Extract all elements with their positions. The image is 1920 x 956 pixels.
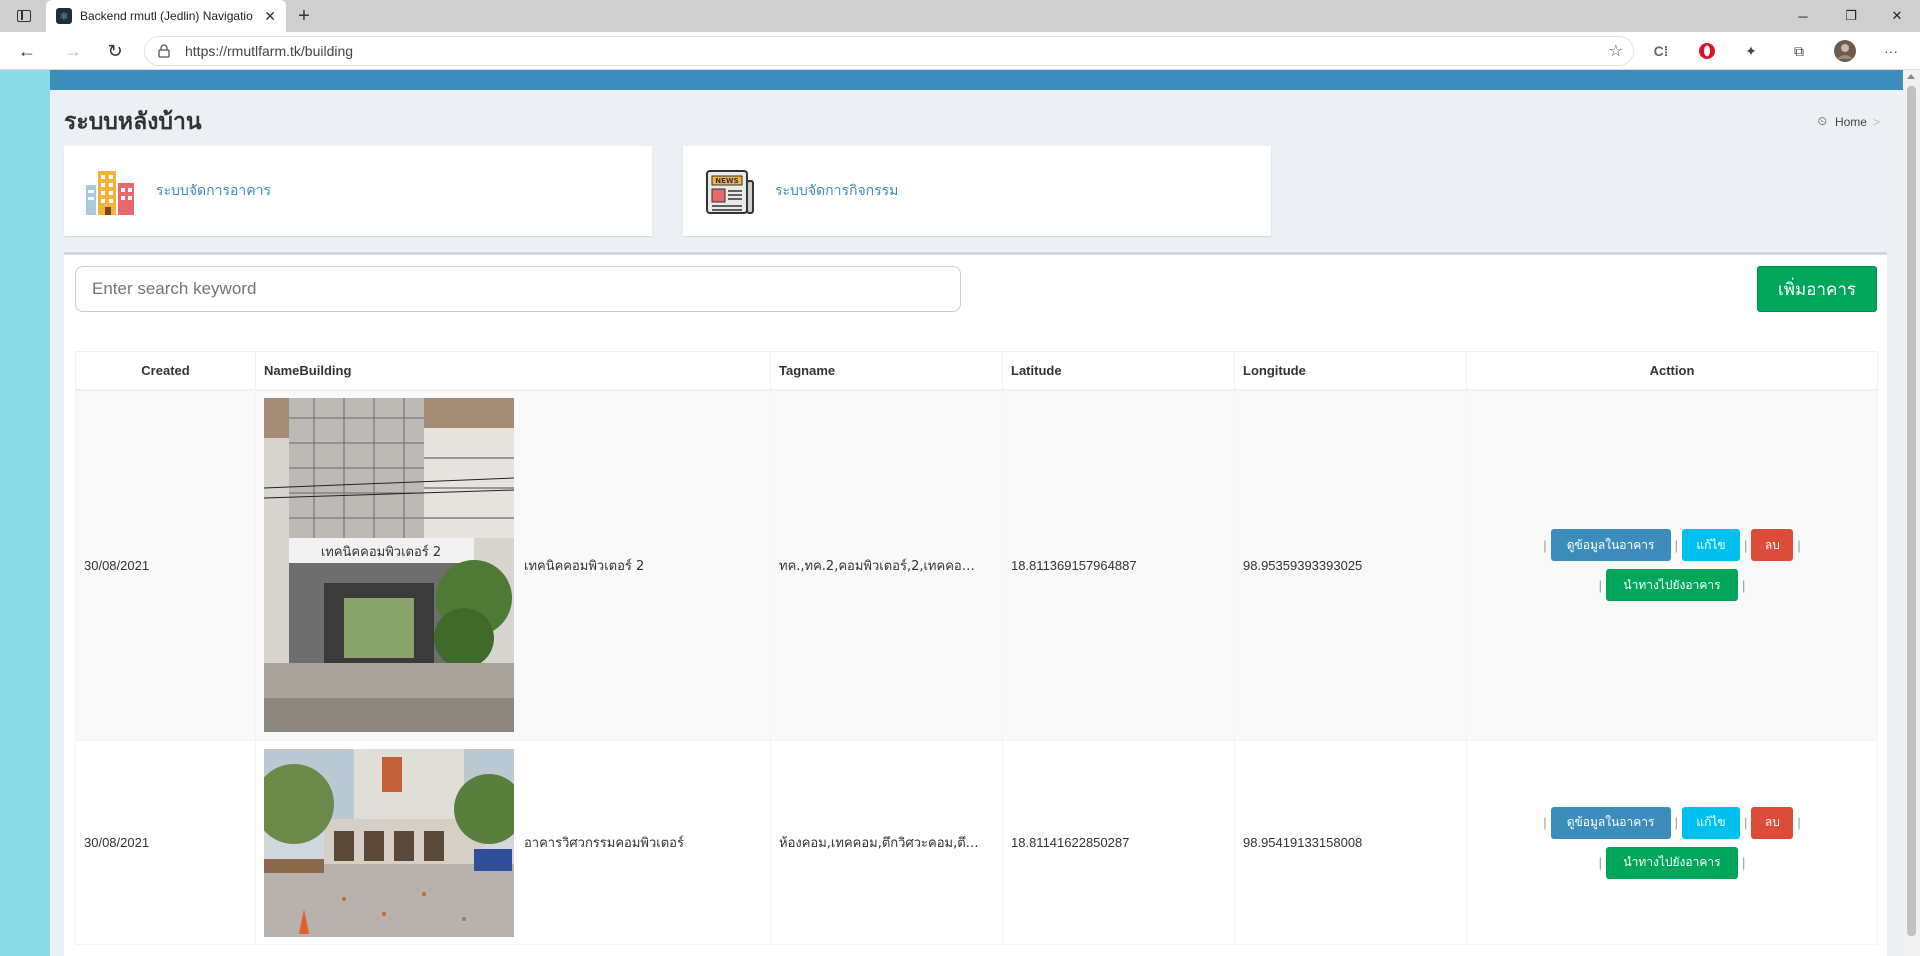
pipe-separator: | [1797, 537, 1801, 553]
delete-building-button[interactable]: ลบ [1751, 806, 1794, 839]
building-management-card[interactable]: ระบบจัดการอาคาร [64, 146, 652, 236]
table-row: 30/08/2021 [75, 740, 1878, 945]
pipe-separator: | [1674, 815, 1678, 830]
edit-building-button[interactable]: แก้ไข [1682, 529, 1740, 562]
edit-building-button[interactable]: แก้ไข [1682, 806, 1740, 839]
breadcrumb: ⏲ Home > [1818, 114, 1880, 129]
add-favorite-icon[interactable]: ☆ [1609, 41, 1623, 61]
svg-text:เทคนิคคอมพิวเตอร์ 2: เทคนิคคอมพิวเตอร์ 2 [321, 544, 441, 560]
pipe-separator: | [1744, 815, 1748, 830]
pipe-separator: | [1598, 577, 1602, 593]
tab-actions-icon[interactable] [12, 6, 36, 26]
view-building-button[interactable]: ดูข้อมูลในอาคาร [1550, 529, 1671, 562]
created-cell: 30/08/2021 [75, 389, 256, 741]
pipe-separator: | [1598, 855, 1602, 870]
add-building-button[interactable]: เพิ่มอาคาร [1757, 266, 1877, 312]
browser-toolbar: ← → ↻ https://rmutlfarm.tk/building ☆ C⁞… [0, 32, 1920, 70]
react-favicon-icon: ⚛ [56, 8, 72, 24]
profile-avatar[interactable] [1834, 40, 1856, 62]
minimize-icon[interactable]: ─ [1780, 0, 1826, 32]
pipe-separator: | [1543, 815, 1547, 830]
tag-cell: ห้องคอม,เทคคอม,ตึกวิศวะคอม,ตึกวิ... [770, 740, 1003, 945]
pipe-separator: | [1742, 577, 1746, 593]
col-created[interactable]: Created [75, 351, 256, 391]
col-action: Acttion [1466, 351, 1878, 391]
tag-cell: ทค.,ทค.2,คอมพิวเตอร์,2,เทคคอม,ค... [770, 389, 1003, 741]
navigate-building-button[interactable]: นำทางไปยังอาคาร [1606, 846, 1738, 879]
sidebar [0, 70, 50, 956]
pipe-separator: | [1797, 815, 1801, 830]
breadcrumb-separator: > [1872, 114, 1880, 129]
created-cell: 30/08/2021 [75, 740, 256, 945]
tag-text: ทค.,ทค.2,คอมพิวเตอร์,2,เทคคอม,ค... [779, 558, 979, 574]
extensions-puzzle-icon[interactable]: ✦ [1740, 41, 1762, 61]
dashboard-icon: ⏲ [1817, 114, 1827, 128]
activity-management-link[interactable]: ระบบจัดการกิจกรรม [775, 180, 898, 202]
address-bar[interactable]: https://rmutlfarm.tk/building ☆ [144, 36, 1634, 66]
window-close-icon[interactable]: ✕ [1874, 0, 1920, 32]
building-table: Created NameBuilding Tagname Latitude Lo… [75, 351, 1878, 945]
building-name: อาคารวิศวกรรมคอมพิวเตอร์ [524, 836, 684, 851]
building-management-link[interactable]: ระบบจัดการอาคาร [156, 180, 271, 202]
browser-tab-active[interactable]: ⚛ Backend rmutl (Jedlin) Navigatio ✕ [46, 0, 286, 32]
action-cell: | ดูข้อมูลในอาคาร | แก้ไข | ลบ | | นำทาง… [1466, 740, 1878, 945]
longitude-cell: 98.95419133158008 [1234, 740, 1467, 945]
vertical-scrollbar[interactable] [1903, 70, 1920, 956]
url-text: https://rmutlfarm.tk/building [185, 43, 354, 59]
pipe-separator: | [1543, 537, 1547, 553]
pipe-separator: | [1744, 537, 1748, 553]
col-tag[interactable]: Tagname [770, 351, 1003, 391]
lock-icon [158, 44, 170, 58]
browser-tab-bar: ⚛ Backend rmutl (Jedlin) Navigatio ✕ + ─… [0, 0, 1920, 32]
col-latitude[interactable]: Latitude [1002, 351, 1235, 391]
building-photo: เทคนิคคอมพิวเตอร์ 2 [264, 398, 514, 733]
building-photo [264, 748, 514, 937]
delete-building-button[interactable]: ลบ [1751, 529, 1794, 562]
close-tab-icon[interactable]: ✕ [264, 8, 276, 25]
restore-icon[interactable]: ❐ [1828, 0, 1874, 32]
pipe-separator: | [1742, 855, 1746, 870]
breadcrumb-home[interactable]: Home [1835, 115, 1867, 129]
action-cell: | ดูข้อมูลในอาคาร | แก้ไข | ลบ | | นำทาง… [1466, 389, 1878, 741]
top-navbar [50, 70, 1903, 90]
opera-icon[interactable] [1696, 41, 1718, 61]
building-list-panel: เพิ่มอาคาร Created NameBuilding Tagname … [64, 252, 1887, 956]
navigate-building-button[interactable]: นำทางไปยังอาคาร [1606, 569, 1738, 602]
activity-management-card[interactable]: NEWS ระบบจัดการกิจกรรม [683, 146, 1271, 236]
collections-icon[interactable]: ⧉ [1788, 41, 1810, 61]
name-cell: อาคารวิศวกรรมคอมพิวเตอร์ [255, 740, 771, 945]
refresh-icon[interactable]: ↻ [102, 39, 128, 63]
name-cell: เทคนิคคอมพิวเตอร์ 2 เทคนิคคอมพิวเตอร์ 2 [255, 389, 771, 741]
search-input[interactable] [75, 266, 961, 312]
buildings-icon [86, 171, 134, 215]
latitude-cell: 18.81141622850287 [1002, 740, 1235, 945]
settings-more-icon[interactable]: ··· [1880, 41, 1902, 61]
svg-text:NEWS: NEWS [715, 177, 738, 185]
newspaper-icon: NEWS [706, 170, 754, 214]
latitude-cell: 18.811369157964887 [1002, 389, 1235, 741]
col-name[interactable]: NameBuilding [255, 351, 771, 391]
tag-text: ห้องคอม,เทคคอม,ตึกวิศวะคอม,ตึกวิ... [779, 836, 979, 851]
page-title: ระบบหลังบ้าน [64, 109, 202, 135]
longitude-cell: 98.95359393393025 [1234, 389, 1467, 741]
table-header-row: Created NameBuilding Tagname Latitude Lo… [75, 351, 1878, 391]
forward-icon[interactable]: → [60, 39, 86, 63]
col-longitude[interactable]: Longitude [1234, 351, 1467, 391]
extension-c-icon[interactable]: C⁞ [1650, 41, 1672, 61]
page-viewport: ระบบหลังบ้าน ⏲ Home > ระบบจัดการอาคาร NE… [0, 70, 1920, 956]
view-building-button[interactable]: ดูข้อมูลในอาคาร [1550, 806, 1671, 839]
building-name: เทคนิคคอมพิวเตอร์ 2 [524, 558, 645, 574]
tab-title: Backend rmutl (Jedlin) Navigatio [80, 9, 253, 23]
pipe-separator: | [1674, 537, 1678, 553]
new-tab-button[interactable]: + [292, 4, 316, 28]
table-row: 30/08/2021 [75, 389, 1878, 741]
back-icon[interactable]: ← [14, 39, 40, 63]
